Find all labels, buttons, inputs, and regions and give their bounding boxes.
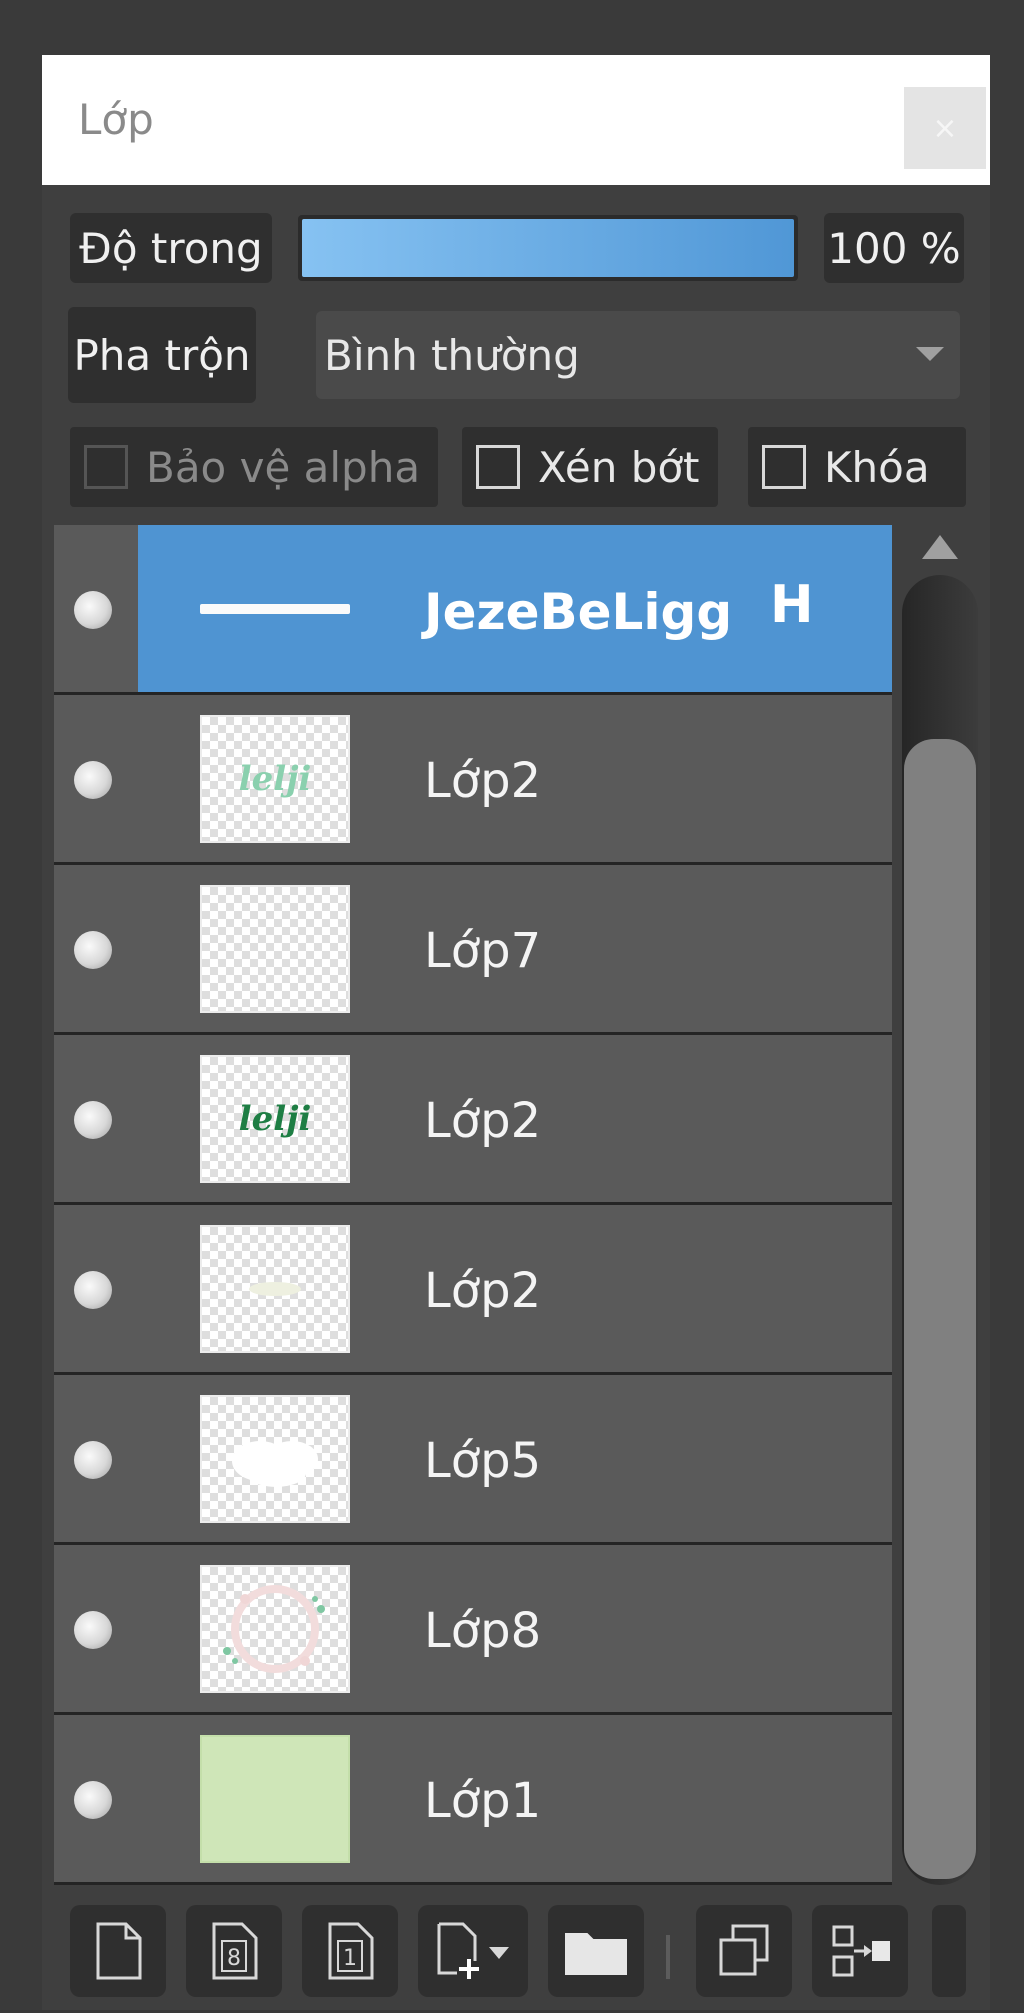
- new-folder-icon: [565, 1933, 627, 1975]
- layer-thumbnail: [200, 545, 350, 673]
- merge-layer-button[interactable]: [812, 1905, 908, 1997]
- visibility-toggle-icon[interactable]: [74, 931, 112, 969]
- layer-name: JezeBeLigg: [424, 583, 733, 641]
- panel-title: Lớp: [78, 95, 154, 144]
- layer-name: Lớp8: [424, 1603, 542, 1659]
- svg-text:8: 8: [227, 1946, 241, 1971]
- layer-name-extra: H: [770, 575, 814, 635]
- text-layer-preview: [200, 604, 350, 614]
- layer-row-selected[interactable]: JezeBeLigg H: [54, 525, 892, 695]
- clipping-checkbox[interactable]: Xén bớt: [462, 427, 718, 507]
- add-layer-dropdown-button[interactable]: [418, 1905, 528, 1997]
- lock-label: Khóa: [824, 442, 930, 492]
- layer-row[interactable]: Lớp2: [54, 1205, 892, 1375]
- layer-row[interactable]: Lớp8: [54, 1545, 892, 1715]
- visibility-toggle-icon[interactable]: [74, 1101, 112, 1139]
- chevron-down-icon: [916, 347, 944, 361]
- layer-list: JezeBeLigg H lelji Lớp2 Lớp7 lelji Lớp2 …: [54, 525, 892, 1885]
- close-button[interactable]: ×: [904, 87, 986, 169]
- duplicate-layer-button[interactable]: [696, 1905, 792, 1997]
- layer-row[interactable]: Lớp7: [54, 865, 892, 1035]
- visibility-toggle-icon[interactable]: [74, 591, 112, 629]
- blend-mode-select[interactable]: Bình thường: [316, 311, 960, 399]
- duplicate-layer-icon: [719, 1924, 769, 1976]
- opacity-value[interactable]: 100 %: [824, 213, 964, 283]
- toolbar-overflow[interactable]: [932, 1905, 966, 1997]
- clipping-label: Xén bớt: [538, 442, 700, 492]
- new-layer-button[interactable]: [70, 1905, 166, 1997]
- visibility-toggle-icon[interactable]: [74, 1611, 112, 1649]
- visibility-toggle-icon[interactable]: [74, 761, 112, 799]
- checkbox-box: [84, 445, 128, 489]
- layer-name: Lớp5: [424, 1433, 542, 1489]
- close-icon: ×: [932, 110, 958, 146]
- layer-thumbnail: lelji: [200, 1055, 350, 1183]
- layer-name: Lớp2: [424, 753, 542, 809]
- scroll-up-arrow-icon[interactable]: [922, 535, 958, 559]
- lock-checkbox[interactable]: Khóa: [748, 427, 966, 507]
- wreath-icon: [223, 1585, 325, 1673]
- layer-toolbar: 8 1: [42, 1885, 990, 2010]
- blend-mode-value: Bình thường: [324, 330, 580, 380]
- new-1bit-layer-button[interactable]: 1: [302, 1905, 398, 1997]
- new-8bit-layer-icon: 8: [212, 1922, 258, 1980]
- toolbar-divider: [666, 1935, 670, 1979]
- layer-thumbnail: [200, 1735, 350, 1863]
- visibility-toggle-icon[interactable]: [74, 1271, 112, 1309]
- layer-thumbnail: [200, 885, 350, 1013]
- layer-thumbnail: [200, 1225, 350, 1353]
- blend-mode-label: Pha trộn: [68, 307, 256, 403]
- checkbox-box: [476, 445, 520, 489]
- new-layer-icon: [96, 1922, 142, 1980]
- layer-thumbnail: [200, 1565, 350, 1693]
- add-layer-dropdown-icon: [437, 1922, 509, 1979]
- layer-row[interactable]: Lớp1: [54, 1715, 892, 1885]
- scrollbar-thumb[interactable]: [904, 739, 976, 1879]
- svg-text:1: 1: [343, 1946, 357, 1971]
- white-shape-icon: [232, 1441, 318, 1487]
- layer-row[interactable]: Lớp5: [54, 1375, 892, 1545]
- opacity-slider-fill: [302, 219, 794, 277]
- alpha-protect-checkbox[interactable]: Bảo vệ alpha: [70, 427, 438, 507]
- layer-row[interactable]: lelji Lớp2: [54, 695, 892, 865]
- layer-name: Lớp1: [424, 1773, 542, 1829]
- layer-name: Lớp2: [424, 1093, 542, 1149]
- opacity-slider[interactable]: [298, 215, 798, 281]
- checkbox-box: [762, 445, 806, 489]
- merge-layer-icon: [832, 1925, 890, 1977]
- opacity-label: Độ trong: [70, 213, 272, 283]
- new-folder-button[interactable]: [548, 1905, 644, 1997]
- layer-thumbnail: lelji: [200, 715, 350, 843]
- layer-row[interactable]: lelji Lớp2: [54, 1035, 892, 1205]
- layer-name: Lớp2: [424, 1263, 542, 1319]
- faint-shape-icon: [249, 1282, 301, 1296]
- visibility-toggle-icon[interactable]: [74, 1441, 112, 1479]
- layer-thumbnail: [200, 1395, 350, 1523]
- new-8bit-layer-button[interactable]: 8: [186, 1905, 282, 1997]
- layer-panel: Lớp × Độ trong 100 % Pha trộn Bình thườn…: [42, 55, 990, 2010]
- layer-name: Lớp7: [424, 923, 542, 979]
- new-1bit-layer-icon: 1: [328, 1922, 374, 1980]
- visibility-toggle-icon[interactable]: [74, 1781, 112, 1819]
- panel-titlebar: Lớp ×: [42, 55, 990, 185]
- alpha-protect-label: Bảo vệ alpha: [146, 442, 421, 492]
